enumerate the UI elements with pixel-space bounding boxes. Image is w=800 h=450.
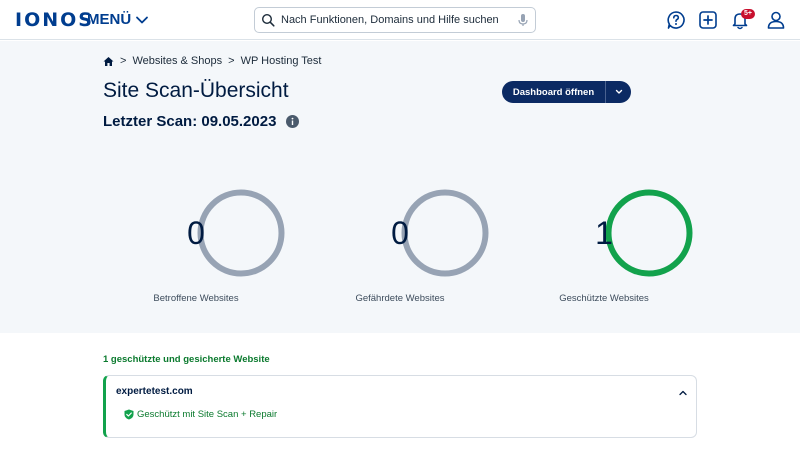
shield-check-icon <box>124 409 134 420</box>
menu-label: MENÜ <box>87 11 132 28</box>
breadcrumb: > Websites & Shops > WP Hosting Test <box>103 55 321 67</box>
search-input[interactable] <box>281 14 517 26</box>
breadcrumb-wp-hosting-test[interactable]: WP Hosting Test <box>241 55 322 67</box>
site-domain: expertetest.com <box>116 386 193 397</box>
stat-value-endangered: 0 <box>391 215 409 251</box>
site-card[interactable]: expertetest.com Geschützt mit Site Scan … <box>103 375 697 438</box>
search-bar <box>254 7 536 33</box>
microphone-icon[interactable] <box>517 13 529 27</box>
stat-value-affected: 0 <box>187 215 205 251</box>
add-icon[interactable] <box>698 10 718 30</box>
stat-value-protected: 1 <box>595 215 613 251</box>
protected-section-title: 1 geschützte und gesicherte Website <box>103 354 270 365</box>
site-status: Geschützt mit Site Scan + Repair <box>124 409 277 420</box>
dashboard-button[interactable]: Dashboard öffnen <box>502 81 631 103</box>
menu-button[interactable]: MENÜ <box>87 11 149 28</box>
stat-label-protected: Geschützte Websites <box>559 293 649 304</box>
home-icon[interactable] <box>103 56 114 67</box>
help-icon[interactable] <box>666 10 686 30</box>
stat-label-endangered: Gefährdete Websites <box>355 293 445 304</box>
last-scan-text: Letzter Scan: 09.05.2023 <box>103 113 277 130</box>
dashboard-dropdown-toggle[interactable] <box>606 88 631 96</box>
search-icon <box>261 13 275 27</box>
chevron-down-icon <box>136 16 149 23</box>
dashboard-button-label: Dashboard öffnen <box>512 86 595 98</box>
site-status-text: Geschützt mit Site Scan + Repair <box>137 409 278 420</box>
ionos-logo[interactable]: IONOS <box>15 9 94 31</box>
breadcrumb-websites-shops[interactable]: Websites & Shops <box>132 55 222 67</box>
breadcrumb-separator: > <box>120 55 127 67</box>
top-header: IONOS MENÜ 5+ <box>0 0 800 40</box>
user-icon[interactable] <box>766 10 786 30</box>
chevron-up-icon[interactable] <box>678 388 688 398</box>
stat-label-affected: Betroffene Websites <box>153 293 239 304</box>
last-scan: Letzter Scan: 09.05.2023 <box>103 113 300 130</box>
breadcrumb-separator: > <box>228 55 235 67</box>
page-title: Site Scan-Übersicht <box>103 79 289 102</box>
chevron-down-icon <box>615 89 622 94</box>
info-icon[interactable] <box>286 115 300 128</box>
notification-badge: 5+ <box>741 9 755 19</box>
